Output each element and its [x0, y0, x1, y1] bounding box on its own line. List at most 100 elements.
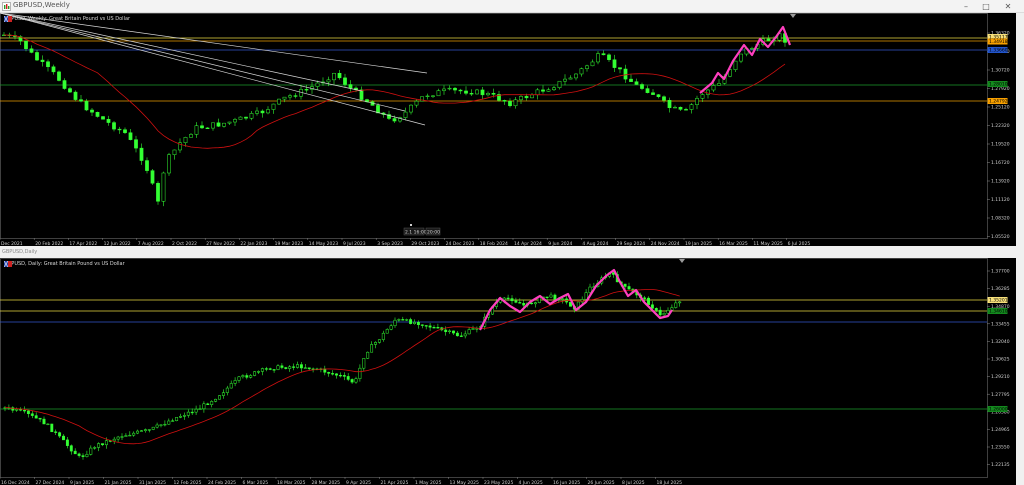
candle-body: [182, 415, 186, 417]
candle-body: [667, 99, 672, 109]
candle-body: [210, 401, 214, 405]
candle-body: [229, 383, 233, 389]
maximize-button[interactable]: □: [975, 0, 997, 13]
price-axis-label: 1.32040: [991, 339, 1010, 345]
candle-body: [533, 302, 537, 305]
time-axis-label: 21 Apr 2025: [381, 480, 409, 485]
candle-body: [464, 90, 468, 94]
candle-body: [535, 89, 540, 96]
candle-body: [486, 93, 490, 96]
weekly-chart-canvas[interactable]: 1.363201.335701.307201.279201.251201.223…: [0, 13, 1016, 246]
candle-body: [432, 327, 436, 329]
candle-body: [276, 365, 280, 370]
plot-border: [0, 13, 988, 239]
candle-body: [684, 109, 688, 111]
candle-body: [225, 387, 229, 393]
candle-body: [106, 119, 111, 123]
candle-body: [159, 424, 163, 426]
candle-body: [574, 73, 578, 79]
time-axis-label: 6 Mar 2025: [243, 480, 269, 485]
time-axis-label: 24 Feb 2025: [208, 480, 236, 485]
candle-body: [467, 329, 471, 335]
candle-body: [601, 53, 606, 56]
candle-body: [436, 90, 441, 97]
daily-chart-canvas[interactable]: 1.377001.362851.348701.334551.320401.306…: [0, 258, 1016, 485]
candle-body: [662, 96, 666, 101]
weekly-chart[interactable]: 1.363201.335701.307201.279201.251201.223…: [0, 13, 1016, 246]
candle-body: [272, 369, 276, 371]
candle-body: [233, 119, 237, 123]
price-axis-label: 1.05520: [991, 234, 1010, 240]
candle-body: [155, 424, 159, 428]
candle-body: [40, 59, 45, 62]
candle-body: [190, 411, 194, 414]
time-axis-label: 16 Dec 2024: [1, 480, 30, 485]
candle-body: [343, 77, 347, 85]
candle-body: [413, 321, 416, 324]
candle-body: [585, 65, 589, 69]
candle-body: [260, 110, 265, 114]
candle-body: [29, 48, 34, 53]
close-button[interactable]: ✕: [997, 0, 1019, 13]
candle-body: [733, 60, 738, 70]
candle-body: [541, 89, 545, 92]
candle-body: [424, 325, 428, 327]
candle-body: [84, 100, 89, 111]
candle-body: [221, 392, 225, 396]
candle-body: [253, 371, 257, 376]
candle-body: [46, 61, 50, 68]
time-axis-label: 31 Jan 2025: [139, 480, 166, 485]
candle-body: [26, 410, 30, 414]
candle-body: [502, 100, 507, 102]
moving-average-line: [5, 289, 680, 445]
candle-body: [73, 91, 78, 100]
chart-splitter[interactable]: [0, 246, 1016, 257]
candle-body: [260, 368, 264, 372]
candle-body: [480, 89, 485, 96]
candle-body: [389, 325, 393, 330]
candle-body: [123, 129, 127, 133]
candle-body: [50, 423, 54, 433]
candle-body: [150, 170, 155, 184]
candle-body: [561, 298, 565, 300]
price-axis-label: 1.24965: [991, 427, 1010, 433]
candle-body: [401, 319, 405, 321]
price-axis-label: 1.23550: [991, 445, 1010, 451]
candle-body: [700, 94, 705, 99]
candle-body: [425, 95, 430, 97]
minimize-button[interactable]: –: [955, 0, 977, 13]
candle-body: [124, 435, 128, 437]
candle-body: [194, 125, 199, 135]
candle-body: [62, 435, 65, 441]
candle-body: [553, 294, 557, 300]
candle-body: [335, 373, 338, 376]
candle-body: [354, 378, 358, 383]
candle-body: [711, 85, 716, 91]
candle-body: [271, 103, 276, 110]
candle-body: [448, 330, 452, 333]
candle-body: [612, 59, 617, 68]
candle-body: [513, 99, 518, 107]
time-axis-label: 1 May 2025: [415, 480, 442, 485]
window-titlebar[interactable]: GBPUSD,Weekly – □ ✕: [0, 0, 1024, 13]
daily-chart[interactable]: 1.37700 1.36285 1.34870 1.33455 1.32040 1.306…: [0, 258, 1016, 485]
candle-body: [104, 440, 108, 446]
candle-body: [326, 79, 331, 83]
moving-average-line: [3, 34, 786, 149]
candle-body: [42, 418, 46, 425]
candle-body: [296, 364, 299, 368]
candle-body: [634, 81, 639, 85]
candle-body: [409, 319, 413, 324]
price-axis-label: 1.19520: [991, 142, 1010, 148]
candle-body: [337, 72, 342, 79]
candle-body: [650, 304, 654, 309]
price-axis-label: 1.30625: [991, 357, 1010, 363]
weekly-symbol-label: GBPUSD, Weekly: Great Britain Pound vs U…: [4, 16, 131, 22]
right-panel-strip: [1016, 13, 1024, 485]
candle-body: [508, 101, 512, 107]
candle-body: [30, 413, 34, 416]
candle-body: [81, 455, 85, 457]
price-axis-label: 1.36285: [991, 286, 1010, 292]
price-axis-label: 1.13920: [991, 179, 1010, 185]
candle-body: [183, 137, 188, 143]
